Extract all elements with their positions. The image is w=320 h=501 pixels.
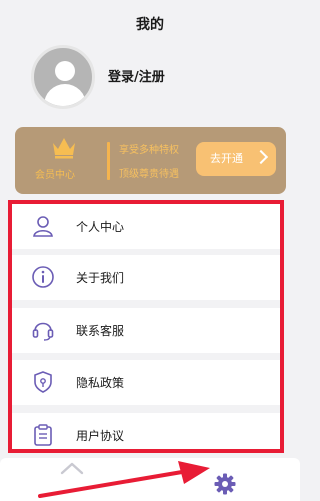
vip-divider bbox=[107, 142, 110, 180]
red-arrow-annotation bbox=[38, 461, 210, 498]
menu-item-privacy-policy[interactable]: 隐私政策 bbox=[12, 360, 280, 405]
headset-icon bbox=[32, 322, 54, 341]
menu-item-label: 个人中心 bbox=[76, 220, 125, 234]
vip-center-label: 会员中心 bbox=[35, 170, 75, 181]
menu-item-contact-support[interactable]: 联系客服 bbox=[12, 308, 280, 353]
menu-item-label: 联系客服 bbox=[76, 324, 125, 338]
chevron-right-icon bbox=[253, 149, 269, 165]
avatar[interactable] bbox=[31, 45, 95, 109]
person-icon bbox=[33, 216, 53, 237]
avatar-body bbox=[44, 84, 86, 106]
menu-item-about-us[interactable]: 关于我们 bbox=[12, 255, 280, 300]
page-title: 我的 bbox=[136, 17, 164, 33]
menu-list-highlight: 个人中心 关于我们 联系客服 隐私政策 用户协议 bbox=[8, 200, 284, 453]
menu-item-label: 关于我们 bbox=[76, 271, 125, 285]
shield-icon bbox=[34, 371, 52, 393]
menu-item-personal-center[interactable]: 个人中心 bbox=[12, 204, 280, 249]
menu-item-label: 隐私政策 bbox=[76, 376, 125, 390]
avatar-head bbox=[55, 61, 75, 81]
login-register-link[interactable]: 登录/注册 bbox=[108, 66, 165, 85]
vip-benefit-line2: 顶级尊贵待遇 bbox=[119, 169, 179, 180]
vip-benefit-line1: 享受多种特权 bbox=[119, 145, 179, 156]
info-icon bbox=[32, 266, 54, 288]
vip-activate-label: 去开通 bbox=[210, 152, 243, 165]
vip-card[interactable]: 会员中心 享受多种特权 顶级尊贵待遇 去开通 bbox=[15, 127, 286, 194]
vip-activate-button[interactable]: 去开通 bbox=[196, 142, 276, 176]
crown-icon bbox=[53, 138, 75, 159]
